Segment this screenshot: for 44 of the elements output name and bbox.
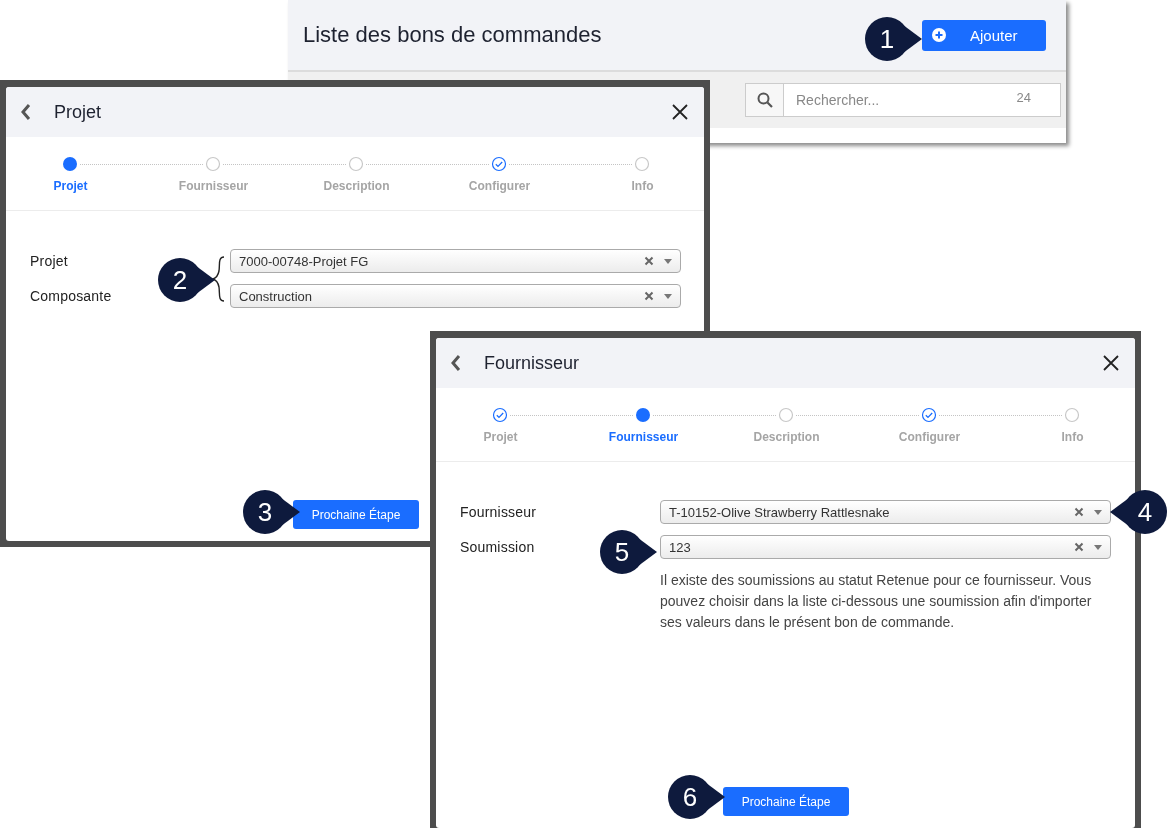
result-count: 24 — [1016, 90, 1031, 105]
help-text: Il existe des soumissions au statut Retenue pour ce fournisseur. Vous pouvez choisir dans la liste ci-dessous une soumission afin d'importer ses valeurs dans le présent bon de commande. — [660, 571, 1093, 632]
caret-icon — [1094, 544, 1102, 550]
step-label[interactable]: Configurer — [468, 179, 531, 193]
chevron-left-icon — [450, 354, 462, 372]
close-icon — [672, 104, 688, 120]
select-field[interactable]: T-10152-Olive Strawberry Rattlesnake — [660, 500, 1111, 524]
chevron-left-icon — [20, 103, 32, 121]
step-label[interactable]: Description — [323, 179, 390, 193]
step-label[interactable]: Projet — [53, 179, 88, 193]
field-label: Projet — [30, 253, 68, 269]
page-title: Liste des bons de commandes — [303, 22, 602, 48]
field-label: Composante — [30, 288, 112, 304]
clear-icon — [1074, 507, 1084, 517]
step-label[interactable]: Fournisseur — [178, 179, 249, 193]
step-label[interactable]: Configurer — [898, 430, 961, 444]
clear-icon — [644, 291, 654, 301]
next-step-button[interactable]: Prochaine Étape — [723, 787, 849, 816]
step-label[interactable]: Description — [753, 430, 820, 444]
caret-icon — [1094, 509, 1102, 515]
field-label: Fournisseur — [460, 504, 537, 520]
caret-icon — [664, 258, 672, 264]
caret-icon — [664, 293, 672, 299]
step-label[interactable]: Projet — [483, 430, 518, 444]
select-field[interactable]: Construction — [230, 284, 681, 308]
dialog-title: Projet — [54, 101, 103, 123]
clear-icon — [644, 256, 654, 266]
next-step-button[interactable]: Prochaine Étape — [293, 500, 419, 529]
search-button[interactable] — [745, 83, 784, 117]
close-button[interactable] — [1101, 353, 1121, 373]
search-icon — [756, 92, 773, 108]
step-label[interactable]: Fournisseur — [608, 430, 679, 444]
plus-icon — [932, 28, 946, 42]
field-label: Soumission — [460, 539, 535, 555]
close-button[interactable] — [670, 102, 690, 122]
select-field[interactable]: 7000-00748-Projet FG — [230, 249, 681, 273]
step-label[interactable]: Info — [1061, 430, 1084, 444]
select-field[interactable]: 123 — [660, 535, 1111, 559]
close-icon — [1103, 355, 1119, 371]
dialog-title: Fournisseur — [484, 352, 581, 374]
brace-drawing — [212, 256, 226, 302]
add-button[interactable]: Ajouter — [922, 19, 1046, 51]
step-label[interactable]: Info — [631, 179, 654, 193]
clear-icon — [1074, 542, 1084, 552]
